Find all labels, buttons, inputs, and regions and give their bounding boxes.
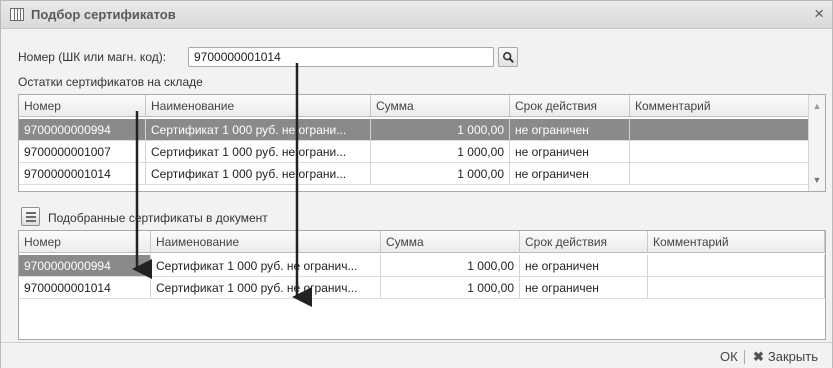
table-row[interactable]: 9700000001007 Сертификат 1 000 руб. не о… (19, 141, 809, 163)
cell-term: не ограничен (510, 163, 630, 185)
search-button[interactable] (498, 47, 518, 67)
table-row[interactable]: 9700000001014 Сертификат 1 000 руб. не о… (19, 277, 825, 299)
stock-header-row: Номер Наименование Сумма Срок действия К… (19, 95, 809, 117)
cell-term: не ограничен (520, 255, 648, 277)
vertical-scrollbar[interactable]: ▲ ▼ (808, 95, 825, 191)
column-header-comment[interactable]: Комментарий (630, 95, 809, 117)
cell-name: Сертификат 1 000 руб. не огранич... (151, 277, 381, 299)
column-header-name[interactable]: Наименование (146, 95, 371, 117)
dialog-footer: ОК ✖ Закрыть (1, 342, 832, 368)
table-row[interactable]: 9700000000994 Сертификат 1 000 руб. не о… (19, 255, 825, 277)
column-header-number[interactable]: Номер (19, 95, 146, 117)
close-icon[interactable]: × (814, 4, 824, 24)
footer-divider (744, 350, 745, 364)
cell-sum: 1 000,00 (371, 141, 510, 163)
cell-sum: 1 000,00 (371, 163, 510, 185)
search-icon (502, 51, 514, 63)
cell-term: не ограничен (510, 119, 630, 141)
window-title: Подбор сертификатов (31, 7, 176, 22)
cell-term: не ограничен (510, 141, 630, 163)
cell-number: 9700000000994 (19, 119, 146, 141)
pick-certificates-icon[interactable] (21, 207, 40, 226)
close-x-icon: ✖ (753, 349, 764, 364)
picked-header-row: Номер Наименование Сумма Срок действия К… (19, 231, 825, 253)
barcode-input[interactable]: 9700000001014 (188, 47, 494, 67)
scroll-up-icon[interactable]: ▲ (809, 98, 825, 114)
cell-sum: 1 000,00 (371, 119, 510, 141)
cell-sum: 1 000,00 (381, 277, 520, 299)
table-row[interactable]: 9700000001014 Сертификат 1 000 руб. не о… (19, 163, 809, 185)
cell-comment (648, 255, 825, 277)
cell-number: 9700000001007 (19, 141, 146, 163)
cell-term: не ограничен (520, 277, 648, 299)
cell-number: 9700000001014 (19, 163, 146, 185)
cell-number: 9700000001014 (19, 277, 151, 299)
stock-table[interactable]: Номер Наименование Сумма Срок действия К… (18, 94, 826, 192)
search-label: Номер (ШК или магн. код): (18, 50, 167, 64)
cell-name: Сертификат 1 000 руб. не ограни... (146, 163, 371, 185)
stock-section-title: Остатки сертификатов на складе (18, 75, 203, 89)
cell-name: Сертификат 1 000 руб. не ограни... (146, 141, 371, 163)
cell-comment (630, 163, 809, 185)
cell-name: Сертификат 1 000 руб. не ограни... (146, 119, 371, 141)
title-bar: Подбор сертификатов × (1, 1, 832, 29)
column-header-number[interactable]: Номер (19, 231, 151, 253)
scroll-down-icon[interactable]: ▼ (809, 172, 825, 188)
column-header-name[interactable]: Наименование (151, 231, 381, 253)
certificate-selection-dialog: Подбор сертификатов × Номер (ШК или магн… (0, 0, 833, 368)
cell-name: Сертификат 1 000 руб. не огранич... (151, 255, 381, 277)
close-button-label: Закрыть (767, 349, 818, 364)
ok-button[interactable]: ОК (720, 349, 738, 364)
column-header-term[interactable]: Срок действия (510, 95, 630, 117)
cell-number: 9700000000994 (19, 255, 151, 277)
column-header-sum[interactable]: Сумма (371, 95, 510, 117)
close-button[interactable]: ✖ Закрыть (753, 349, 818, 365)
cell-comment (630, 119, 809, 141)
table-row[interactable]: 9700000000994 Сертификат 1 000 руб. не о… (19, 119, 809, 141)
picked-section-title: Подобранные сертификаты в документ (48, 211, 268, 225)
column-header-comment[interactable]: Комментарий (648, 231, 825, 253)
column-header-term[interactable]: Срок действия (520, 231, 648, 253)
picked-table[interactable]: Номер Наименование Сумма Срок действия К… (18, 230, 826, 340)
column-header-sum[interactable]: Сумма (381, 231, 520, 253)
cell-sum: 1 000,00 (381, 255, 520, 277)
cell-comment (630, 141, 809, 163)
cell-comment (648, 277, 825, 299)
table-icon (10, 8, 24, 21)
